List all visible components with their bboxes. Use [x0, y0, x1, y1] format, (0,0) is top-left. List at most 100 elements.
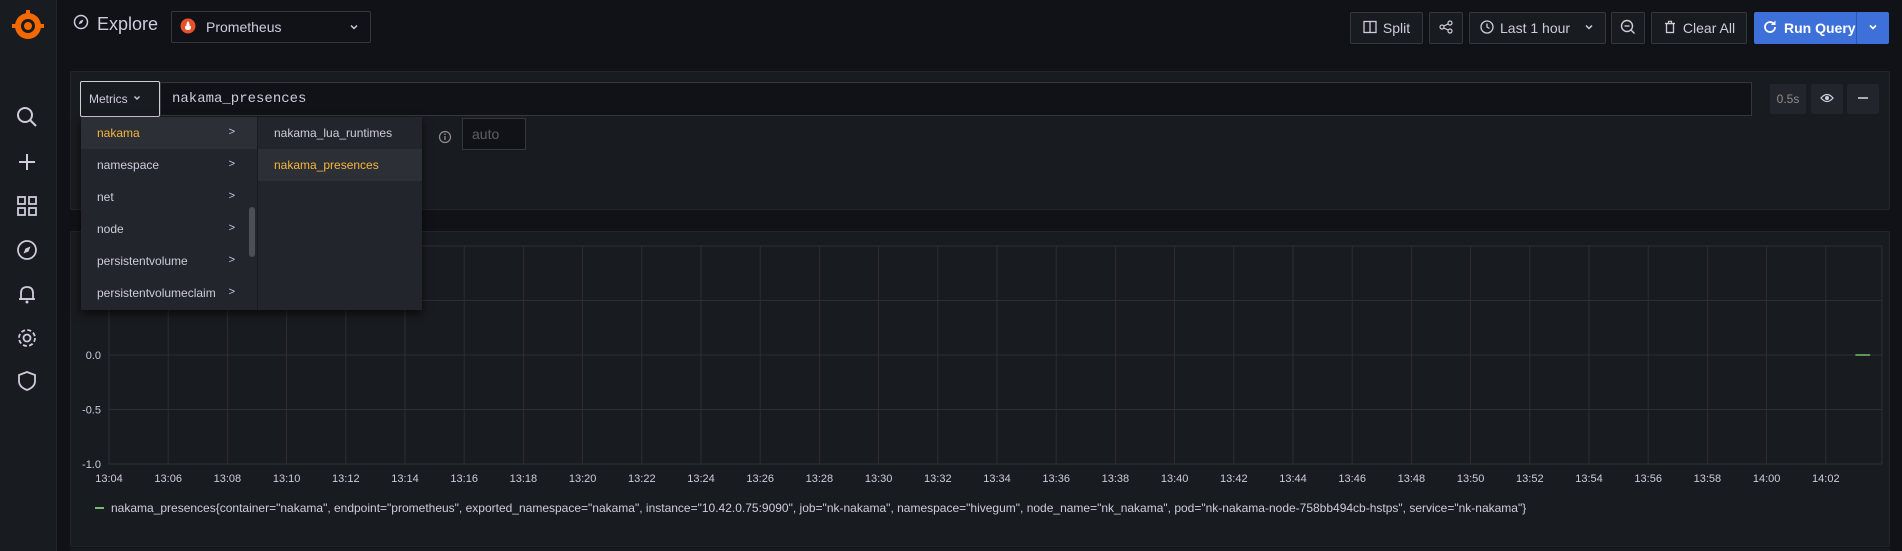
- x-tick-label: 13:28: [806, 473, 834, 485]
- cascader-prefix-item-label: nakama: [97, 126, 140, 140]
- x-tick-label: 13:22: [628, 473, 656, 485]
- grafana-logo-icon[interactable]: [11, 9, 45, 43]
- split-icon: [1363, 20, 1377, 37]
- x-tick-label: 13:30: [865, 473, 893, 485]
- cascader-prefix-item-label: persistentvolumeclaim: [97, 286, 216, 300]
- x-tick-label: 13:26: [746, 473, 774, 485]
- run-query-button[interactable]: Run Query: [1754, 12, 1889, 44]
- cascader-prefix-item[interactable]: persistentvolume >: [81, 245, 257, 277]
- x-tick-label: 13:18: [510, 473, 538, 485]
- metrics-label: Metrics: [89, 92, 128, 106]
- time-range-picker[interactable]: Last 1 hour: [1469, 12, 1606, 44]
- x-tick-label: 13:08: [214, 473, 242, 485]
- split-button[interactable]: Split: [1350, 12, 1423, 44]
- x-tick-label: 13:58: [1694, 473, 1722, 485]
- clear-all-button[interactable]: Clear All: [1651, 12, 1747, 44]
- minus-icon: [1857, 91, 1869, 107]
- cascader-prefix-item[interactable]: nakama >: [81, 117, 257, 149]
- dashboards-icon[interactable]: [13, 192, 41, 220]
- bell-icon[interactable]: [13, 280, 41, 308]
- y-tick-label: -1.0: [82, 459, 101, 471]
- clock-icon: [1480, 19, 1494, 37]
- cascader-prefix-item[interactable]: node >: [81, 213, 257, 245]
- chevron-down-icon: [348, 20, 360, 36]
- cascader-metric-item-label: nakama_presences: [274, 158, 379, 172]
- x-tick-label: 13:50: [1457, 473, 1485, 485]
- query-duration: 0.5s: [1770, 84, 1806, 114]
- clear-all-label: Clear All: [1682, 20, 1736, 36]
- x-tick-label: 13:36: [1042, 473, 1070, 485]
- datasource-name: Prometheus: [206, 19, 282, 35]
- chevron-right-icon: >: [228, 190, 235, 202]
- x-tick-label: 13:56: [1634, 473, 1662, 485]
- y-tick-label: 0.0: [86, 350, 101, 362]
- x-tick-label: 13:04: [95, 473, 123, 485]
- share-button[interactable]: [1429, 12, 1463, 44]
- chevron-down-icon: [1867, 20, 1879, 36]
- x-tick-label: 13:12: [332, 473, 360, 485]
- run-query-dropdown[interactable]: [1856, 12, 1889, 44]
- x-tick-label: 13:14: [391, 473, 419, 485]
- x-tick-label: 13:24: [687, 473, 715, 485]
- share-icon: [1439, 19, 1453, 37]
- datasource-picker[interactable]: Prometheus: [171, 11, 371, 43]
- chevron-right-icon: >: [228, 222, 235, 234]
- x-tick-label: 13:44: [1279, 473, 1307, 485]
- shield-icon[interactable]: [13, 367, 41, 395]
- cascader-metric-item[interactable]: nakama_presences: [258, 149, 422, 181]
- cascader-column-prefix: nakama > namespace > net > node > persistentvolu…: [81, 117, 257, 310]
- x-tick-label: 13:42: [1220, 473, 1248, 485]
- cascader-prefix-item[interactable]: net >: [81, 181, 257, 213]
- x-tick-label: 14:00: [1753, 473, 1781, 485]
- query-input[interactable]: nakama_presences: [160, 82, 1752, 116]
- plus-icon[interactable]: [13, 148, 41, 176]
- cascader-prefix-item-label: net: [97, 190, 114, 204]
- cascader-metric-item[interactable]: nakama_lua_runtimes: [258, 117, 422, 149]
- x-tick-label: 13:46: [1338, 473, 1366, 485]
- toggle-visibility-button[interactable]: [1811, 84, 1843, 114]
- chevron-right-icon: >: [228, 254, 235, 266]
- x-tick-label: 13:20: [569, 473, 597, 485]
- zoom-out-icon: [1620, 19, 1636, 38]
- cascader-prefix-item-label: persistentvolume: [97, 254, 188, 268]
- step-input[interactable]: auto: [462, 118, 526, 150]
- run-query-label: Run Query: [1784, 20, 1856, 36]
- gear-icon[interactable]: [13, 324, 41, 352]
- cascader-metric-item-label: nakama_lua_runtimes: [274, 126, 393, 140]
- page-title: Explore: [73, 14, 158, 35]
- query-expression: nakama_presences: [172, 91, 307, 107]
- metrics-browser-button[interactable]: Metrics: [80, 81, 160, 117]
- zoom-out-button[interactable]: [1611, 12, 1645, 44]
- info-icon[interactable]: [434, 126, 456, 148]
- x-tick-label: 13:10: [273, 473, 301, 485]
- cascader-prefix-item-label: node: [97, 222, 124, 236]
- x-tick-label: 13:54: [1575, 473, 1603, 485]
- x-tick-label: 13:34: [983, 473, 1011, 485]
- step-placeholder: auto: [472, 126, 500, 142]
- x-tick-label: 13:06: [154, 473, 182, 485]
- cascader-prefix-item[interactable]: namespace >: [81, 149, 257, 181]
- remove-query-button[interactable]: [1847, 84, 1879, 114]
- cascader-prefix-item[interactable]: persistentvolumeclaim >: [81, 277, 257, 309]
- eye-icon: [1820, 91, 1834, 107]
- sidebar: [0, 0, 57, 551]
- search-icon[interactable]: [13, 103, 41, 131]
- page-title-text: Explore: [97, 14, 159, 34]
- run-query-main[interactable]: Run Query: [1754, 12, 1856, 44]
- prometheus-icon: [180, 18, 196, 37]
- compass-icon[interactable]: [13, 236, 41, 264]
- x-tick-label: 14:02: [1812, 473, 1840, 485]
- x-tick-label: 13:52: [1516, 473, 1544, 485]
- refresh-icon: [1762, 19, 1778, 38]
- chevron-down-icon: [1583, 20, 1595, 36]
- compass-icon: [73, 14, 89, 35]
- x-tick-label: 13:38: [1102, 473, 1130, 485]
- cascader-column-metrics: nakama_lua_runtimes nakama_presences: [257, 117, 422, 310]
- cascader-prefix-item-label: namespace: [97, 158, 160, 172]
- legend-label[interactable]: nakama_presences{container="nakama", end…: [111, 501, 1526, 515]
- metrics-cascader: nakama > namespace > net > node > persistentvolu…: [81, 117, 422, 310]
- trash-icon: [1663, 20, 1677, 37]
- chevron-right-icon: >: [228, 286, 235, 298]
- x-tick-label: 13:16: [450, 473, 478, 485]
- cascader-scrollbar[interactable]: [249, 207, 255, 257]
